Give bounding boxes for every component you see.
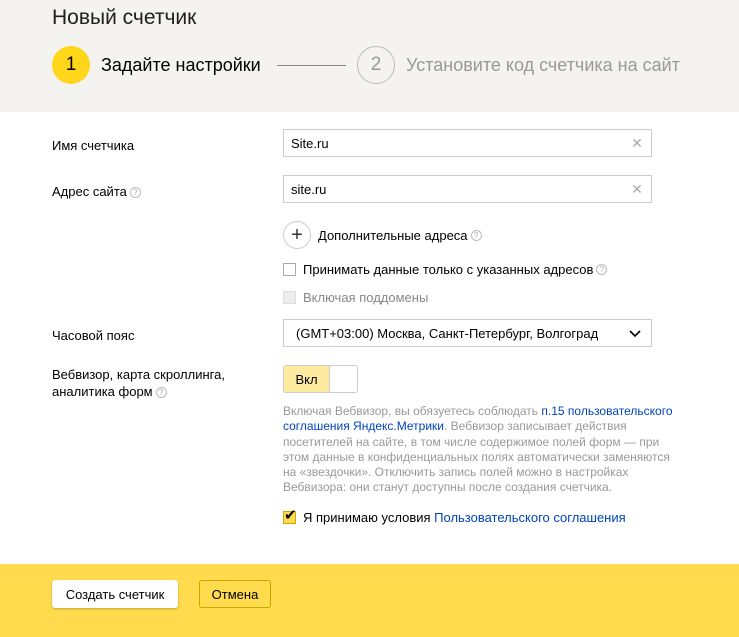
subdomains-label: Включая поддомены — [303, 290, 429, 305]
timezone-select[interactable]: (GMT+03:00) Москва, Санкт-Петербург, Вол… — [283, 319, 652, 347]
counter-name-label: Имя счетчика — [52, 138, 135, 153]
only-specified-checkbox[interactable] — [283, 263, 296, 276]
create-counter-button[interactable]: Создать счетчик — [52, 580, 178, 608]
site-address-input[interactable]: site.ru ✕ — [283, 175, 652, 203]
user-agreement-link[interactable]: Пользовательского соглашения — [434, 510, 626, 525]
only-specified-row[interactable]: Принимать данные только с указанных адре… — [283, 262, 608, 277]
timezone-value: (GMT+03:00) Москва, Санкт-Петербург, Вол… — [296, 325, 599, 341]
step-number: 2 — [357, 46, 395, 84]
step-label: Задайте настройки — [101, 54, 261, 75]
question-icon[interactable]: ? — [596, 264, 608, 275]
only-specified-label[interactable]: Принимать данные только с указанных адре… — [303, 262, 593, 277]
agreement-row[interactable]: Я принимаю условия Пользовательского сог… — [283, 506, 626, 525]
chevron-down-icon — [629, 330, 641, 338]
agreement-text: Я принимаю условия — [303, 510, 431, 525]
cancel-button[interactable]: Отмена — [199, 580, 271, 608]
timezone-label: Часовой пояс — [52, 328, 135, 343]
agreement-checkbox[interactable] — [283, 506, 297, 524]
plus-icon[interactable]: + — [283, 221, 311, 249]
step-number: 1 — [52, 46, 90, 84]
webvisor-toggle[interactable]: Вкл — [283, 365, 358, 393]
site-address-label: Адрес сайта? — [52, 183, 141, 200]
question-icon[interactable]: ? — [155, 387, 167, 399]
site-address-value: site.ru — [291, 181, 327, 197]
counter-name-input[interactable]: Site.ru ✕ — [283, 129, 652, 157]
step-divider — [277, 65, 346, 66]
step-1: 1 Задайте настройки — [52, 45, 261, 85]
additional-addresses-row: + Дополнительные адреса? — [283, 221, 482, 249]
toggle-knob — [330, 366, 357, 392]
close-icon[interactable]: ✕ — [630, 182, 644, 196]
question-icon[interactable]: ? — [470, 229, 482, 241]
additional-addresses-label[interactable]: Дополнительные адреса — [318, 228, 468, 243]
site-address-label-text: Адрес сайта — [52, 184, 127, 199]
page-title: Новый счетчик — [52, 6, 197, 29]
step-label: Установите код счетчика на сайт — [406, 54, 680, 75]
close-icon[interactable]: ✕ — [630, 136, 644, 150]
form-footer: Создать счетчик Отмена — [0, 564, 739, 637]
webvisor-info: Включая Вебвизор, вы обязуетесь соблюдат… — [283, 404, 683, 496]
webvisor-label-line2: аналитика форм — [52, 384, 153, 399]
info-text-before: Включая Вебвизор, вы обязуетесь соблюдат… — [283, 404, 542, 418]
counter-name-value: Site.ru — [291, 135, 329, 151]
step-2: 2 Установите код счетчика на сайт — [357, 45, 680, 85]
webvisor-label-line1: Вебвизор, карта скроллинга, — [52, 367, 225, 382]
webvisor-label-line2-row: аналитика форм? — [52, 383, 225, 400]
subdomains-checkbox — [283, 291, 296, 304]
question-icon[interactable]: ? — [129, 187, 141, 199]
toggle-on-label: Вкл — [284, 366, 330, 392]
page-header: Новый счетчик 1 Задайте настройки 2 Уста… — [0, 0, 739, 112]
webvisor-label: Вебвизор, карта скроллинга, аналитика фо… — [52, 366, 225, 400]
subdomains-row: Включая поддомены — [283, 290, 428, 305]
